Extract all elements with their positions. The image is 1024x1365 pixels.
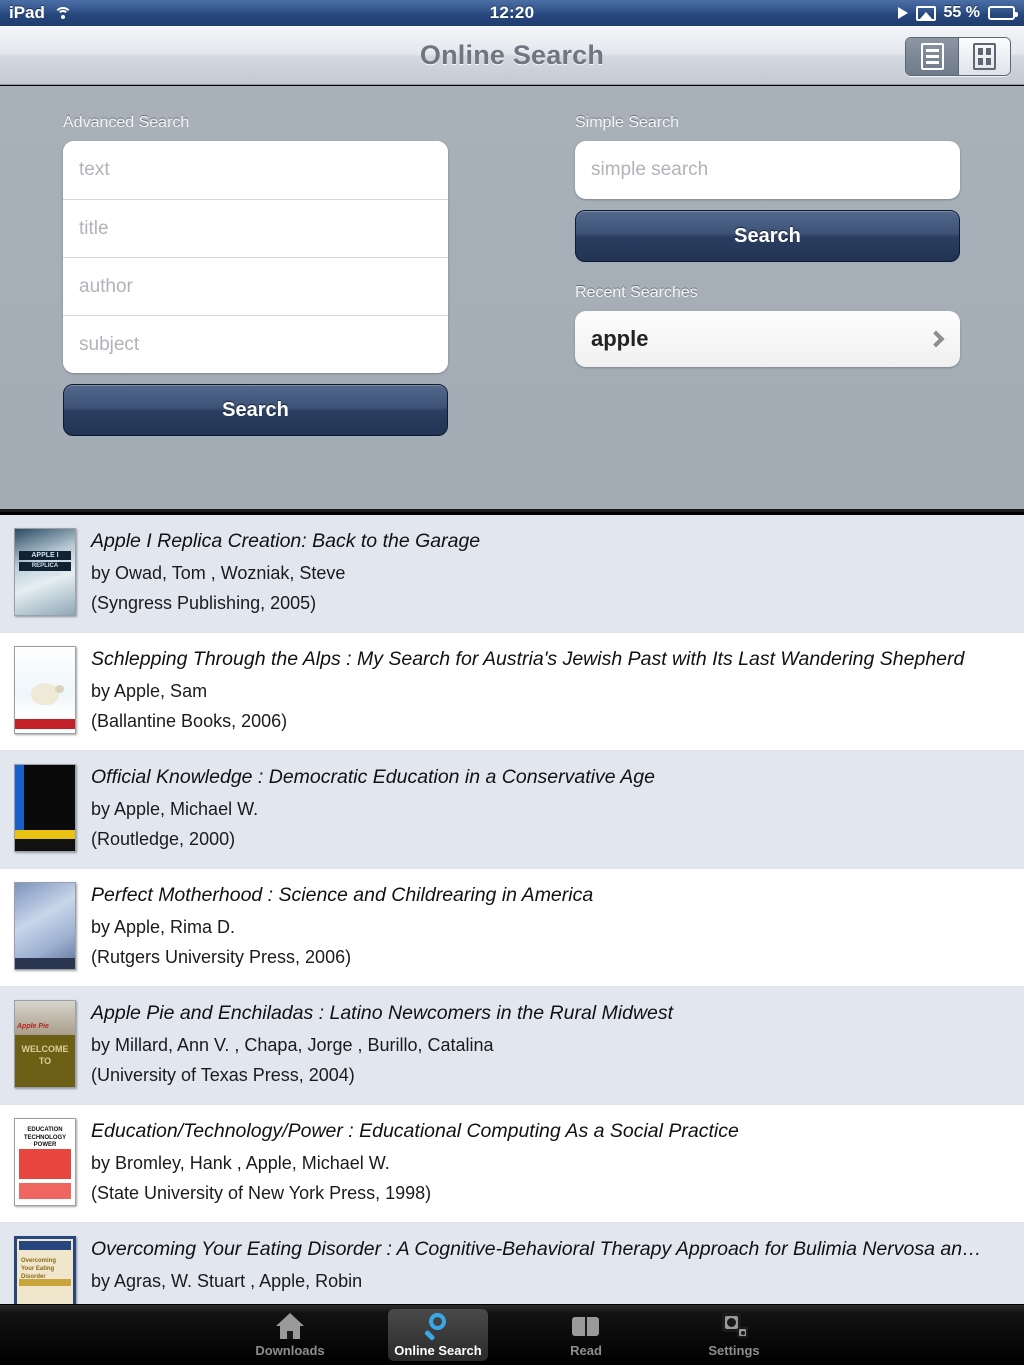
tab-label: Settings: [708, 1343, 760, 1358]
book-title: Schlepping Through the Alps : My Search …: [91, 648, 965, 670]
search-panel: Advanced Search text title author subjec…: [0, 86, 1024, 512]
cover-title-line2: WELCOME TO: [21, 1044, 69, 1066]
tab-label: Downloads: [255, 1343, 325, 1358]
table-row[interactable]: Official Knowledge : Democratic Educatio…: [0, 751, 1024, 869]
book-meta: Apple Pie and Enchiladas : Latino Newcom…: [91, 1000, 673, 1086]
gear-icon: [719, 1312, 749, 1340]
book-meta: Overcoming Your Eating Disorder : A Cogn…: [91, 1236, 982, 1301]
simple-search-section: Simple Search simple search Search Recen…: [575, 114, 960, 367]
book-meta: Official Knowledge : Democratic Educatio…: [91, 764, 655, 850]
list-view-button[interactable]: [906, 38, 958, 75]
recent-search-query: apple: [591, 326, 649, 351]
recent-searches-label: Recent Searches: [575, 284, 698, 301]
tab-downloads[interactable]: Downloads: [240, 1309, 340, 1361]
tab-online-search[interactable]: Online Search: [388, 1309, 488, 1361]
book-author: by Millard, Ann V. , Chapa, Jorge , Buri…: [91, 1035, 494, 1055]
app-window: iPad 12:20 55 % Online Search Advanced S…: [0, 0, 1024, 1365]
advanced-search-label: Advanced Search: [63, 114, 190, 131]
search-input-text[interactable]: text: [63, 141, 448, 199]
recent-search-item[interactable]: apple: [575, 311, 960, 367]
page-title: Online Search: [419, 39, 605, 70]
book-author: by Owad, Tom , Wozniak, Steve: [91, 563, 346, 583]
search-input-author[interactable]: author: [63, 257, 448, 315]
simple-search-button[interactable]: Search: [575, 210, 960, 262]
nav-bar: Online Search: [0, 26, 1024, 85]
book-title: Perfect Motherhood : Science and Childre…: [91, 884, 594, 906]
battery-icon: [988, 6, 1018, 20]
cover-title-line1: EDUCATION TECHNOLOGY POWER: [23, 1127, 67, 1148]
book-cover-thumbnail: [14, 882, 76, 970]
book-title: Overcoming Your Eating Disorder : A Cogn…: [91, 1238, 982, 1260]
book-publisher: (Syngress Publishing, 2005): [91, 593, 317, 613]
tab-settings[interactable]: Settings: [684, 1309, 784, 1361]
search-icon: [423, 1312, 453, 1341]
book-publisher: (Routledge, 2000): [91, 829, 236, 849]
table-row[interactable]: Perfect Motherhood : Science and Childre…: [0, 869, 1024, 987]
book-title: Education/Technology/Power : Educational…: [91, 1120, 739, 1142]
advanced-search-fields: text title author subject: [63, 141, 448, 373]
table-row[interactable]: Apple Pie WELCOME TO Apple Pie and Enchi…: [0, 987, 1024, 1105]
book-author: by Apple, Sam: [91, 681, 208, 701]
play-icon: [897, 7, 908, 19]
simple-search-input[interactable]: simple search: [575, 141, 960, 199]
advanced-search-section: Advanced Search text title author subjec…: [63, 114, 448, 436]
book-publisher: (University of Texas Press, 2004): [91, 1065, 355, 1085]
grid-view-button[interactable]: [958, 38, 1010, 75]
chevron-right-icon: [927, 330, 945, 348]
cover-title-line2: REPLICA CREATION: [19, 562, 71, 578]
table-row[interactable]: APPLE I REPLICA CREATION Apple I Replica…: [0, 515, 1024, 633]
cover-title-line1: APPLE I: [19, 551, 71, 560]
simple-search-label: Simple Search: [575, 114, 680, 131]
status-bar-clock: 12:20: [489, 3, 535, 22]
table-row[interactable]: Schlepping Through the Alps : My Search …: [0, 633, 1024, 751]
book-author: by Bromley, Hank , Apple, Michael W.: [91, 1153, 390, 1173]
book-icon: [571, 1312, 601, 1340]
book-cover-thumbnail: Apple Pie WELCOME TO: [14, 1000, 76, 1088]
grid-view-icon: [973, 43, 996, 70]
book-meta: Apple I Replica Creation: Back to the Ga…: [91, 528, 480, 614]
book-publisher: (Ballantine Books, 2006): [91, 711, 288, 731]
search-input-subject[interactable]: subject: [63, 315, 448, 373]
table-row[interactable]: EDUCATION TECHNOLOGY POWER Education/Tec…: [0, 1105, 1024, 1223]
tab-label: Read: [570, 1343, 602, 1358]
cover-title-line1: Overcoming Your Eating Disorder: [21, 1258, 57, 1280]
book-author: by Apple, Rima D.: [91, 917, 236, 937]
status-bar-right: 55 %: [897, 4, 1024, 22]
home-icon: [275, 1312, 305, 1340]
book-publisher: (State University of New York Press, 199…: [91, 1183, 432, 1203]
book-meta: Perfect Motherhood : Science and Childre…: [91, 882, 593, 968]
table-row[interactable]: Overcoming Your Eating Disorder Overcomi…: [0, 1223, 1024, 1305]
tab-label: Online Search: [394, 1343, 482, 1358]
cover-title-line1: Apple Pie: [17, 1023, 49, 1030]
book-author: by Agras, W. Stuart , Apple, Robin: [91, 1271, 363, 1291]
book-title: Apple I Replica Creation: Back to the Ga…: [91, 530, 481, 552]
book-cover-thumbnail: [14, 764, 76, 852]
battery-percent: 55 %: [943, 4, 980, 21]
book-cover-thumbnail: APPLE I REPLICA CREATION: [14, 528, 76, 616]
search-input-title[interactable]: title: [63, 199, 448, 257]
book-publisher: (Rutgers University Press, 2006): [91, 947, 352, 967]
book-title: Official Knowledge : Democratic Educatio…: [91, 766, 655, 788]
book-title: Apple Pie and Enchiladas : Latino Newcom…: [91, 1002, 674, 1024]
book-cover-thumbnail: EDUCATION TECHNOLOGY POWER: [14, 1118, 76, 1206]
book-cover-thumbnail: [14, 646, 76, 734]
tab-read[interactable]: Read: [536, 1309, 636, 1361]
airplay-icon: [915, 5, 936, 21]
book-meta: Schlepping Through the Alps : My Search …: [91, 646, 964, 732]
search-results-list[interactable]: APPLE I REPLICA CREATION Apple I Replica…: [0, 515, 1024, 1305]
book-author: by Apple, Michael W.: [91, 799, 259, 819]
status-bar: iPad 12:20 55 %: [0, 0, 1024, 26]
tab-bar: Downloads Online Search Read Settings: [0, 1304, 1024, 1365]
book-cover-thumbnail: Overcoming Your Eating Disorder: [14, 1236, 76, 1305]
book-meta: Education/Technology/Power : Educational…: [91, 1118, 739, 1204]
view-mode-segmented-control[interactable]: [905, 37, 1011, 76]
list-view-icon: [920, 43, 944, 70]
advanced-search-button[interactable]: Search: [63, 384, 448, 436]
